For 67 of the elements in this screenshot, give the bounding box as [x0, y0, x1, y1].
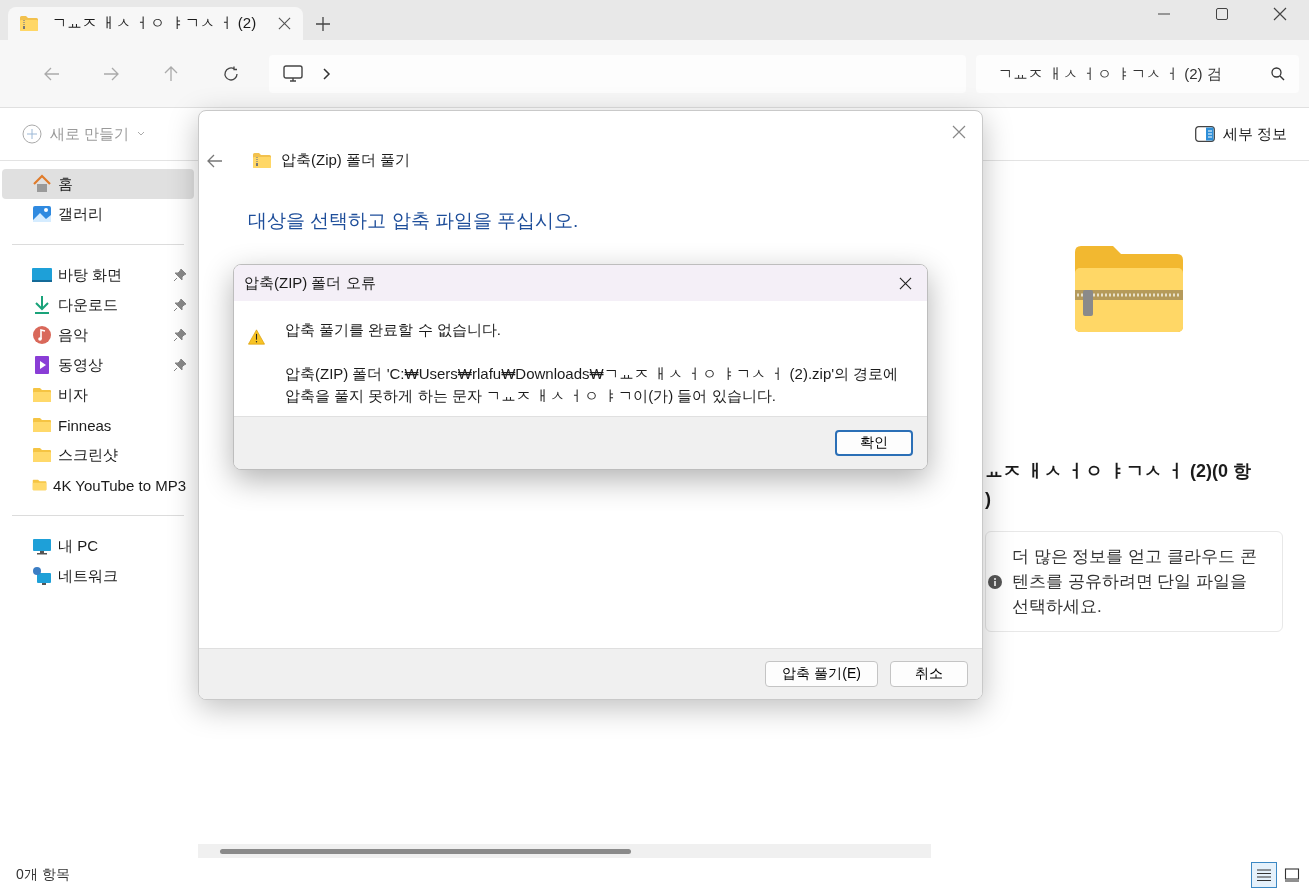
sidebar-item[interactable]: 홈: [2, 169, 194, 199]
plus-icon: [316, 16, 330, 31]
folder-icon: [32, 445, 52, 465]
sidebar-item[interactable]: 4K YouTube to MP3: [2, 470, 194, 500]
folder-title: ): [985, 488, 991, 511]
sidebar-item[interactable]: 비자: [2, 380, 194, 410]
monitor-icon: [282, 64, 303, 83]
sidebar-item[interactable]: 내 PC: [2, 531, 194, 561]
preview-view-icon: [1284, 868, 1300, 882]
view-button[interactable]: [1251, 862, 1277, 888]
list-view-icon: [1256, 868, 1272, 882]
chevron-right-icon: [322, 67, 331, 80]
search-icon: [1271, 66, 1285, 81]
right-arrow-icon: [103, 65, 120, 82]
download-icon: [32, 295, 52, 315]
wizard-heading: 대상을 선택하고 압축 파일을 푸십시오.: [248, 209, 580, 233]
dialog-title: 압축(ZIP) 폴더 오류: [244, 273, 377, 293]
zip-folder-icon: [20, 16, 38, 31]
sidebar-item[interactable]: 네트워크: [2, 561, 194, 591]
music-icon: [32, 325, 52, 345]
close-icon: [278, 17, 291, 30]
error-detail: 압축(ZIP) 폴더 'C:₩Users₩rlafu₩Downloads₩ㄱㅛㅈ ㅐㅅ ㅓㅇ ㅑㄱㅅ ㅓ (2).zip'의 경로에 압축을 풀지 못하게 하는 문자 ㄱㅛㅈ ㅐㅅ ㅓㅇ ㅑㄱ이(가) 들어 있습니다.: [285, 364, 900, 406]
close-tab-button[interactable]: [278, 17, 291, 30]
left-arrow-icon: [43, 65, 60, 82]
error-message: 압축 풀기를 완료할 수 없습니다.: [285, 320, 502, 340]
close-icon: [898, 276, 912, 290]
desktop-icon: [32, 265, 52, 285]
folder-title: ㅛㅈ ㅐㅅ ㅓㅇ ㅑㄱㅅ ㅓ (2)(0 항: [985, 460, 1251, 483]
computer-icon: [32, 536, 52, 556]
details-pane-button[interactable]: 세부 정보: [1194, 124, 1287, 144]
close-button[interactable]: [952, 125, 966, 139]
folder-icon: [32, 385, 52, 405]
up-arrow-icon: [163, 65, 180, 82]
left-arrow-icon: [207, 152, 223, 169]
sidebar-item[interactable]: 동영상: [2, 350, 194, 380]
folder-icon: [32, 415, 52, 435]
extract-button[interactable]: 압축 풀기(E): [765, 661, 878, 687]
panel-icon: [1194, 126, 1215, 142]
close-icon: [1273, 7, 1287, 21]
zip-folder-icon: [253, 153, 271, 168]
sidebar-item[interactable]: 음악: [2, 320, 194, 350]
info-text: 더 많은 정보를 얻고 클라우드 콘텐츠를 공유하려면 단일 파일을 선택하세요.: [1012, 546, 1258, 618]
gallery-icon: [32, 204, 52, 224]
home-icon: [32, 174, 52, 194]
zip-folder-icon: [1075, 246, 1183, 332]
wizard-title: 압축(Zip) 폴더 풀기: [281, 151, 411, 170]
search-field[interactable]: ㄱㅛㅈ ㅐㅅ ㅓㅇ ㅑㄱㅅ ㅓ (2) 검: [976, 54, 1299, 93]
back-button[interactable]: [207, 152, 223, 169]
browser-tab[interactable]: ㄱㅛㅈ ㅐㅅ ㅓㅇ ㅑㄱㅅ ㅓ (2): [8, 7, 303, 40]
sidebar-item[interactable]: 갤러리: [2, 199, 194, 229]
minimize-icon: [1158, 13, 1170, 15]
video-icon: [32, 355, 52, 375]
sidebar-item[interactable]: 바탕 화면: [2, 260, 194, 290]
info-icon: [988, 574, 1002, 589]
sidebar-item[interactable]: Finneas: [2, 410, 194, 440]
close-icon: [952, 125, 966, 139]
sidebar-item[interactable]: 스크린샷: [2, 440, 194, 470]
item-count: 0개 항목: [16, 866, 70, 884]
plus-circle-icon: [22, 124, 42, 144]
scrollbar-thumb[interactable]: [220, 848, 631, 854]
maximize-icon: [1216, 8, 1228, 20]
refresh-icon: [222, 65, 239, 82]
network-icon: [32, 566, 52, 586]
cancel-button[interactable]: 취소: [890, 661, 968, 687]
sidebar-item[interactable]: 다운로드: [2, 290, 194, 320]
chevron-down-icon: [137, 131, 146, 137]
ok-button[interactable]: 확인: [835, 430, 913, 456]
